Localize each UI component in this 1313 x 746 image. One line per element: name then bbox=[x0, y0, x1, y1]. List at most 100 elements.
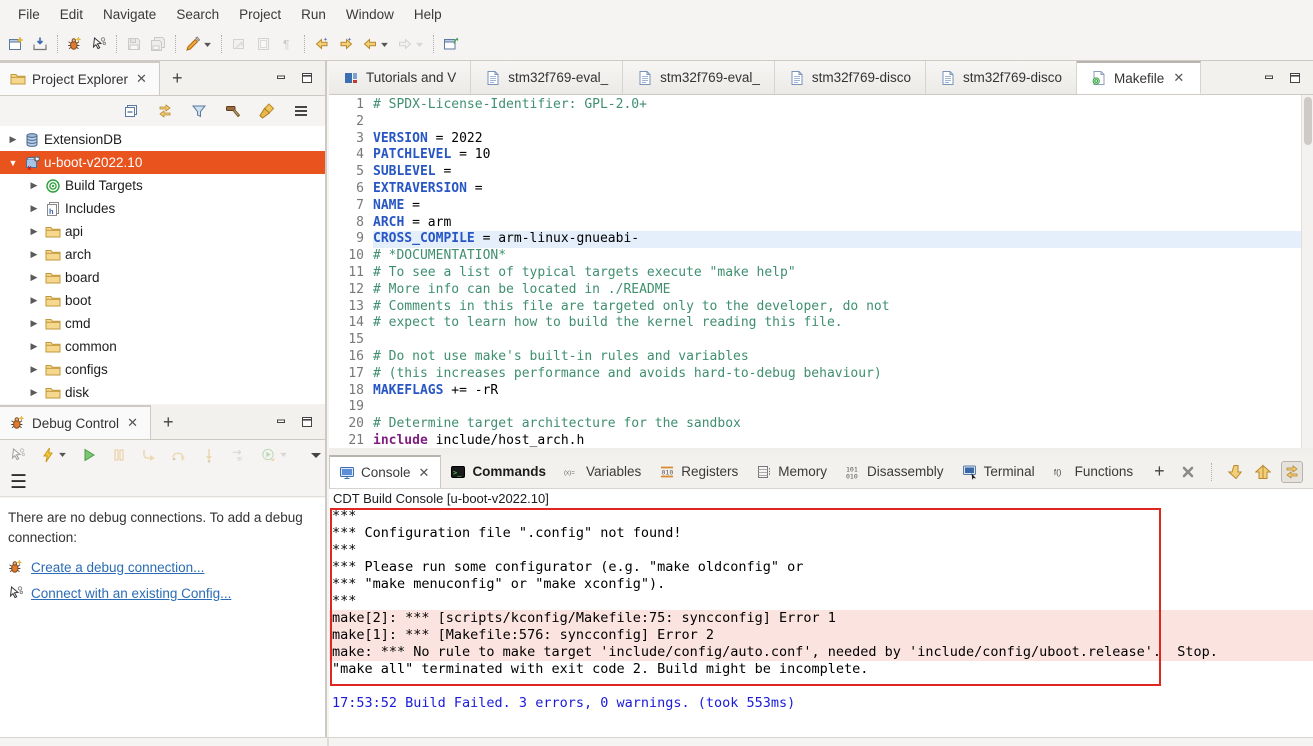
close-icon[interactable]: ✕ bbox=[1171, 70, 1186, 86]
show-console-on-output-button[interactable] bbox=[1281, 461, 1303, 483]
step-over-button[interactable] bbox=[168, 444, 190, 466]
code-line-6[interactable]: 6EXTRAVERSION = bbox=[329, 181, 1301, 198]
expand-arrow-icon[interactable]: ▶ bbox=[27, 364, 41, 375]
editor-tab-makefile[interactable]: Makefile✕ bbox=[1077, 61, 1201, 94]
instruction-stepping-button[interactable]: si bbox=[228, 444, 250, 466]
tab-project-explorer[interactable]: Project Explorer ✕ bbox=[0, 61, 160, 95]
collapse-all-button[interactable] bbox=[120, 100, 142, 122]
code-line-19[interactable]: 19 bbox=[329, 399, 1301, 416]
menu-edit[interactable]: Edit bbox=[50, 3, 93, 26]
code-line-21[interactable]: 21include include/host_arch.h bbox=[329, 433, 1301, 448]
code-line-7[interactable]: 7NAME = bbox=[329, 198, 1301, 215]
resume-without-signal-button[interactable] bbox=[258, 444, 291, 466]
tree-item-configs[interactable]: ▶configs bbox=[0, 358, 325, 381]
close-console-button[interactable] bbox=[1178, 462, 1198, 482]
collapse-arrow-icon[interactable]: ▼ bbox=[6, 158, 20, 168]
tree-item-includes[interactable]: ▶hIncludes bbox=[0, 197, 325, 220]
code-line-2[interactable]: 2 bbox=[329, 114, 1301, 131]
editor-tab-stm32f769-disco[interactable]: stm32f769-disco bbox=[926, 61, 1077, 94]
console-tab-memory[interactable]: Memory bbox=[747, 455, 836, 488]
build-all-button[interactable] bbox=[252, 33, 274, 55]
menu-navigate[interactable]: Navigate bbox=[93, 3, 166, 26]
expand-arrow-icon[interactable]: ▶ bbox=[27, 272, 41, 283]
code-line-11[interactable]: 11# To see a list of typical targets exe… bbox=[329, 265, 1301, 282]
menu-run[interactable]: Run bbox=[291, 3, 336, 26]
build-button[interactable] bbox=[228, 33, 250, 55]
expand-arrow-icon[interactable]: ▶ bbox=[27, 295, 41, 306]
expand-arrow-icon[interactable]: ▶ bbox=[27, 249, 41, 260]
code-line-13[interactable]: 13# Comments in this file are targeted o… bbox=[329, 299, 1301, 316]
code-line-14[interactable]: 14# expect to learn how to build the ker… bbox=[329, 315, 1301, 332]
show-whitespace-button[interactable]: ¶ bbox=[276, 33, 298, 55]
code-line-15[interactable]: 15 bbox=[329, 332, 1301, 349]
next-edit-location-button[interactable] bbox=[335, 33, 357, 55]
menu-project[interactable]: Project bbox=[229, 3, 291, 26]
code-line-9[interactable]: 9CROSS_COMPILE = arm-linux-gnueabi- bbox=[329, 231, 1301, 248]
new-console-view-button[interactable]: + bbox=[1142, 455, 1177, 488]
connect-target-button[interactable] bbox=[88, 33, 110, 55]
open-new-view-button[interactable] bbox=[440, 33, 462, 55]
console-tab-variables[interactable]: (x)=Variables bbox=[555, 455, 650, 488]
connect-existing-button[interactable] bbox=[7, 444, 29, 466]
tree-item-common[interactable]: ▶common bbox=[0, 335, 325, 358]
editor-console-sash[interactable] bbox=[329, 448, 1313, 455]
view-menu-icon[interactable]: ☰ bbox=[10, 471, 27, 494]
chevron-down-icon[interactable] bbox=[415, 40, 424, 49]
console-tab-terminal[interactable]: Terminal bbox=[953, 455, 1044, 488]
expand-arrow-icon[interactable]: ▶ bbox=[27, 203, 41, 214]
expand-arrow-icon[interactable]: ▶ bbox=[27, 180, 41, 191]
new-wizard-button[interactable] bbox=[5, 33, 27, 55]
expand-arrow-icon[interactable]: ▶ bbox=[27, 341, 41, 352]
expand-arrow-icon[interactable]: ▶ bbox=[27, 387, 41, 398]
expand-arrow-icon[interactable]: ▶ bbox=[27, 226, 41, 237]
save-all-button[interactable] bbox=[147, 33, 169, 55]
scrollbar-thumb[interactable] bbox=[1304, 97, 1312, 145]
tree-item-arch[interactable]: ▶arch bbox=[0, 243, 325, 266]
console-output[interactable]: ****** Configuration file ".config" not … bbox=[329, 508, 1313, 737]
console-tab-disassembly[interactable]: 101010Disassembly bbox=[836, 455, 953, 488]
minimize-icon[interactable] bbox=[1261, 70, 1277, 86]
code-line-17[interactable]: 17# (this increases performance and avoi… bbox=[329, 366, 1301, 383]
close-icon[interactable]: ✕ bbox=[134, 71, 149, 87]
new-view-button[interactable]: + bbox=[151, 405, 186, 439]
console-tab-functions[interactable]: f()Functions bbox=[1044, 455, 1143, 488]
tree-item-api[interactable]: ▶api bbox=[0, 220, 325, 243]
chevron-down-icon[interactable] bbox=[279, 450, 288, 459]
resume-button[interactable] bbox=[78, 444, 100, 466]
tab-debug-control[interactable]: Debug Control ✕ bbox=[0, 405, 151, 439]
close-icon[interactable]: ✕ bbox=[417, 465, 432, 481]
editor-tab-tutorials-and-v[interactable]: Tutorials and V bbox=[329, 61, 471, 94]
editor-tab-stm32f769-eval-[interactable]: stm32f769-eval_ bbox=[623, 61, 775, 94]
previous-error-button[interactable] bbox=[1253, 462, 1273, 482]
console-tab-commands[interactable]: >_Commands bbox=[441, 455, 555, 488]
tree-item-disk[interactable]: ▶disk bbox=[0, 381, 325, 404]
restart-debug-button[interactable] bbox=[37, 444, 70, 466]
chevron-down-icon[interactable] bbox=[203, 40, 212, 49]
tree-item-u-boot-v2022-10[interactable]: ▼Cxu-boot-v2022.10 bbox=[0, 151, 325, 174]
expand-arrow-icon[interactable]: ▶ bbox=[6, 134, 20, 145]
build-project-button[interactable] bbox=[222, 100, 244, 122]
code-line-8[interactable]: 8ARCH = arm bbox=[329, 215, 1301, 232]
chevron-down-icon[interactable] bbox=[58, 450, 67, 459]
chevron-down-icon[interactable] bbox=[380, 40, 389, 49]
maximize-icon[interactable] bbox=[299, 414, 315, 430]
console-tab-registers[interactable]: 010Registers bbox=[650, 455, 747, 488]
step-into-button[interactable] bbox=[198, 444, 220, 466]
tree-item-board[interactable]: ▶board bbox=[0, 266, 325, 289]
next-error-button[interactable] bbox=[1225, 462, 1245, 482]
maximize-icon[interactable] bbox=[299, 70, 315, 86]
link-with-editor-button[interactable] bbox=[154, 100, 176, 122]
editor-scrollbar[interactable] bbox=[1301, 95, 1313, 448]
tree-item-extensiondb[interactable]: ▶ExtensionDB bbox=[0, 128, 325, 151]
back-history-button[interactable] bbox=[359, 33, 392, 55]
forward-history-button[interactable] bbox=[394, 33, 427, 55]
code-line-1[interactable]: 1# SPDX-License-Identifier: GPL-2.0+ bbox=[329, 97, 1301, 114]
code-line-16[interactable]: 16# Do not use make's built-in rules and… bbox=[329, 349, 1301, 366]
menu-file[interactable]: File bbox=[8, 3, 50, 26]
code-line-3[interactable]: 3VERSION = 2022 bbox=[329, 131, 1301, 148]
code-line-20[interactable]: 20# Determine target architecture for th… bbox=[329, 416, 1301, 433]
makefile-editor[interactable]: 1# SPDX-License-Identifier: GPL-2.0+23VE… bbox=[329, 95, 1313, 448]
flash-programmer-button[interactable] bbox=[182, 33, 215, 55]
save-button[interactable] bbox=[123, 33, 145, 55]
tree-item-build-targets[interactable]: ▶Build Targets bbox=[0, 174, 325, 197]
